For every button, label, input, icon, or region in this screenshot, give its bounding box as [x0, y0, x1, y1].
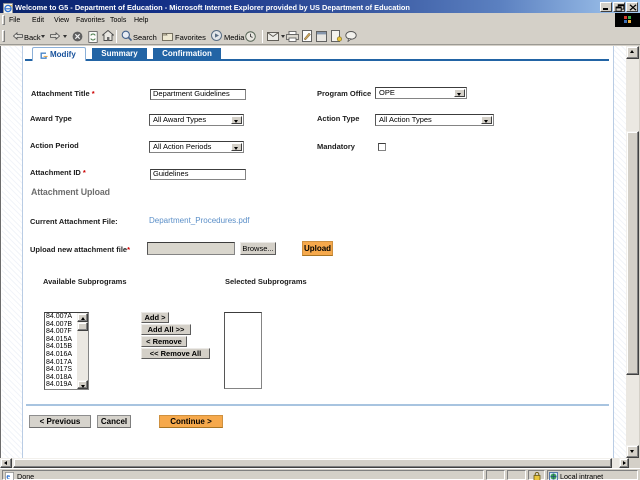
- svg-text:e: e: [6, 472, 10, 480]
